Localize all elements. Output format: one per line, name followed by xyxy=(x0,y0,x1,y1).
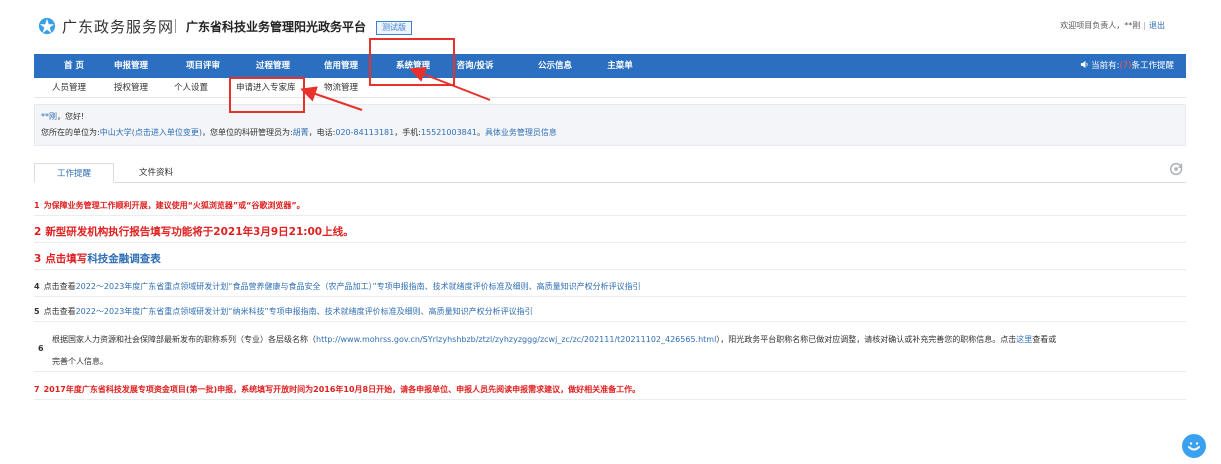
nav-item-main-menu[interactable]: 主菜单 xyxy=(600,54,640,78)
here-link[interactable]: 这里 xyxy=(1016,335,1032,344)
nav-item-application[interactable]: 申报管理 xyxy=(108,54,154,78)
phone-prefix: ，电话: xyxy=(308,128,336,137)
subnav-item-personal-settings[interactable]: 个人设置 xyxy=(174,78,208,98)
notice-number: 1 xyxy=(34,201,40,210)
chat-bubble-icon[interactable] xyxy=(1182,434,1206,458)
nav-item-consult[interactable]: 咨询/投诉 xyxy=(452,54,498,78)
unit-info-line: 您所在的单位为:中山大学(点击进入单位变更)，您单位的科研管理员为:胡菁，电话:… xyxy=(41,127,557,138)
user-name: **刚 xyxy=(41,112,57,121)
notice-number: 7 xyxy=(34,385,40,394)
logout-link[interactable]: 退出 xyxy=(1149,21,1165,30)
unit-change-link[interactable]: 中山大学(点击进入单位变更) xyxy=(100,128,202,137)
refresh-icon[interactable] xyxy=(1168,160,1186,178)
subnav-item-personnel[interactable]: 人员管理 xyxy=(52,78,86,98)
main-navbar: 首 页 申报管理 项目评审 过程管理 信用管理 系统管理 咨询/投诉 公示信息 … xyxy=(34,54,1186,78)
tab-work-reminder[interactable]: 工作提醒 xyxy=(34,163,114,183)
notice-text: 查看或 xyxy=(1032,335,1057,344)
guangdong-logo-icon[interactable] xyxy=(38,17,56,35)
mobile-prefix: ，手机: xyxy=(394,128,421,137)
notice-prefix: 点击查看 xyxy=(43,282,76,291)
reminder-suffix: 条工作提醒 xyxy=(1131,61,1174,71)
notice-text-line2: 完善个人信息。 xyxy=(52,357,108,366)
notice-number: 6 xyxy=(38,344,44,353)
subnav-item-logistics[interactable]: 物流管理 xyxy=(324,78,358,98)
admin-prefix: ，您单位的科研管理员为: xyxy=(201,128,293,137)
notice-text: 2017年度广东省科技发展专项资金项目(第一批)申报，系统填写开放时间为2016… xyxy=(43,385,641,394)
site-logo-text[interactable]: 广东政务服务网 xyxy=(62,16,174,37)
nano-tech-guide-link[interactable]: 2022～2023年度广东省重点领域研发计划“纳米科技”专项申报指南、技术就绪度… xyxy=(76,307,533,316)
nav-item-home[interactable]: 首 页 xyxy=(54,54,94,78)
notice-number: 3 xyxy=(34,253,42,265)
notice-item-2: 2 新型研发机构执行报告填写功能将于2021年3月9日21:00上线。 xyxy=(34,221,1186,243)
subnav-item-authorization[interactable]: 授权管理 xyxy=(114,78,148,98)
page-header: 广东政务服务网 广东省科技业务管理阳光政务平台 测试版 欢迎项目负责人，**刚 |… xyxy=(0,0,1221,50)
notice-text: 根据国家人力资源和社会保障部最新发布的职称系列（专业）各层级名称（ xyxy=(52,335,316,344)
annotation-box-expert-library xyxy=(229,77,305,113)
notice-text: 新型研发机构执行报告填写功能将于2021年3月9日21:00上线。 xyxy=(45,226,354,238)
content-tabs: 工作提醒 文件资料 xyxy=(34,160,1186,183)
admin-phone: 020-84113181 xyxy=(335,128,395,137)
speaker-icon xyxy=(1080,60,1088,69)
user-info-panel: **刚，您好! 您所在的单位为:中山大学(点击进入单位变更)，您单位的科研管理员… xyxy=(34,104,1186,146)
admin-info-link[interactable]: 具体业务管理员信息 xyxy=(485,128,557,137)
nav-item-process[interactable]: 过程管理 xyxy=(250,54,296,78)
work-reminder[interactable]: 当前有:(7)条工作提醒 xyxy=(1080,54,1174,78)
notice-item-7: 7 2017年度广东省科技发展专项资金项目(第一批)申报，系统填写开放时间为201… xyxy=(34,380,1186,400)
info-period: 。 xyxy=(476,128,485,137)
unit-prefix: 您所在的单位为: xyxy=(41,128,100,137)
notice-number: 4 xyxy=(34,282,40,291)
admin-name: 胡菁 xyxy=(292,128,309,137)
reminder-count: (7) xyxy=(1119,61,1132,71)
chat-face-icon xyxy=(1188,442,1200,451)
sub-navbar: 人员管理 授权管理 个人设置 申请进入专家库 物流管理 xyxy=(34,78,1186,98)
notice-number: 5 xyxy=(34,307,40,316)
reminder-prefix: 当前有: xyxy=(1091,61,1120,71)
notice-item-1: 1 为保障业务管理工作顺利开展，建议使用“火狐浏览器”或“谷歌浏览器”。 xyxy=(34,196,1186,216)
notice-text: ），阳光政务平台职称名称已做对应调整，请核对确认或补充完善您的职称信息。点击 xyxy=(716,335,1017,344)
welcome-text: 欢迎项目负责人，**刚 xyxy=(1060,21,1141,30)
admin-mobile: 15521003841 xyxy=(420,128,477,137)
tab-documents[interactable]: 文件资料 xyxy=(126,163,186,183)
greeting-suffix: ，您好! xyxy=(57,112,85,121)
annotation-box-system-management xyxy=(369,38,455,86)
header-divider xyxy=(175,19,176,33)
nav-item-review[interactable]: 项目评审 xyxy=(180,54,226,78)
greeting-line: **刚，您好! xyxy=(41,111,84,122)
notice-item-3: 3 点击填写科技金融调查表 xyxy=(34,248,1186,270)
test-version-badge: 测试版 xyxy=(376,21,412,35)
finance-survey-link[interactable]: 科技金融调查表 xyxy=(87,253,161,265)
welcome-area: 欢迎项目负责人，**刚 | 退出 xyxy=(1060,21,1165,30)
notice-prefix: 点击填写 xyxy=(45,253,88,265)
food-safety-guide-link[interactable]: 2022～2023年度广东省重点领域研发计划“食品营养健康与食品安全（农产品加工… xyxy=(76,282,641,291)
notice-item-5: 5 点击查看2022～2023年度广东省重点领域研发计划“纳米科技”专项申报指南、… xyxy=(34,302,1186,322)
notice-item-6: 6 根据国家人力资源和社会保障部最新发布的职称系列（专业）各层级名称（http:… xyxy=(34,328,1186,372)
notice-number: 2 xyxy=(34,226,42,238)
notice-text: 为保障业务管理工作顺利开展，建议使用“火狐浏览器”或“谷歌浏览器”。 xyxy=(43,201,305,210)
notice-prefix: 点击查看 xyxy=(43,307,76,316)
notice-text-line1: 根据国家人力资源和社会保障部最新发布的职称系列（专业）各层级名称（http://… xyxy=(52,334,1056,345)
notice-item-4: 4 点击查看2022～2023年度广东省重点领域研发计划“食品营养健康与食品安全（… xyxy=(34,277,1186,297)
platform-title: 广东省科技业务管理阳光政务平台 xyxy=(186,20,367,34)
nav-item-credit[interactable]: 信用管理 xyxy=(318,54,364,78)
mohrss-url-link[interactable]: http://www.mohrss.gov.cn/SYrlzyhshbzb/zt… xyxy=(316,335,716,344)
nav-item-public[interactable]: 公示信息 xyxy=(532,54,578,78)
